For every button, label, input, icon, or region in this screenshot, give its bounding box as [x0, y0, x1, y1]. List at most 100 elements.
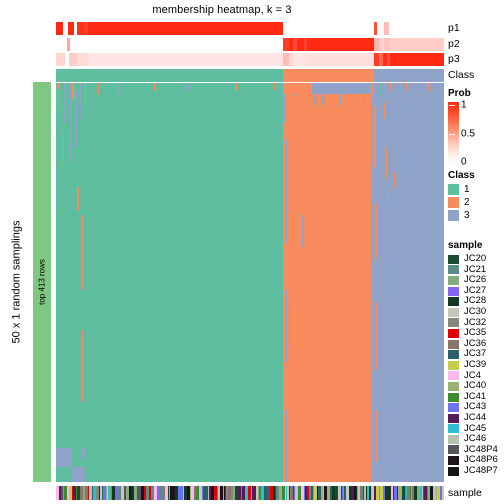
- annotation-segment: [377, 22, 384, 35]
- sample-legend-swatch: [448, 307, 459, 317]
- sample-legend-swatch: [448, 265, 459, 275]
- annotation-segment: [297, 37, 305, 51]
- sample-legend-item-JC48P7: JC48P7: [448, 465, 498, 477]
- heatmap-noise-column: [97, 83, 100, 95]
- annotation-segment: [69, 53, 78, 67]
- annotation-segment: [307, 37, 375, 51]
- sample-legend-swatch: [448, 466, 459, 476]
- prob-tick-0: 0: [461, 156, 467, 168]
- annotation-segment: [390, 37, 444, 51]
- sample-annotation-bar: [56, 486, 444, 500]
- sample-legend-swatch: [448, 254, 459, 264]
- prob-legend-bar-wrap: 1 0.5 0: [448, 99, 475, 168]
- heatmap-block-class-3: [374, 83, 444, 482]
- sample-legend-swatch: [448, 339, 459, 349]
- annotation-segment: [293, 53, 308, 67]
- row-annotation-label: top 413 rows: [37, 259, 47, 305]
- annotation-segment: [77, 22, 84, 35]
- sample-legend-swatch: [448, 328, 459, 338]
- sample-legend-swatch: [448, 413, 459, 423]
- chart-title: membership heatmap, k = 3: [152, 4, 292, 16]
- heatmap-noise-column: [285, 138, 288, 243]
- prob-legend: Prob 1 0.5 0: [448, 88, 475, 168]
- annotation-segment: [88, 22, 283, 35]
- heatmap-body: [56, 83, 444, 482]
- heatmap-patch-class-1: [72, 448, 81, 468]
- prob-tick-1: 1: [461, 99, 467, 111]
- heatmap-noise-column: [383, 102, 386, 119]
- sample-legend-text: JC44: [464, 411, 487, 423]
- heatmap-noise-column: [235, 83, 237, 91]
- y-axis-label-outer: 50 x 1 random samplings: [6, 82, 26, 482]
- heatmap-noise-column: [62, 130, 65, 163]
- heatmap-noise-column: [380, 83, 382, 97]
- class-legend-swatch: [448, 184, 459, 195]
- heatmap-block-class-2: [282, 83, 375, 482]
- class-annotation-label: Class: [448, 69, 475, 81]
- sample-legend-swatch: [448, 350, 459, 360]
- heatmap-patch-class-3: [72, 467, 86, 482]
- heatmap-patch-class-2: [282, 83, 313, 95]
- sample-legend-swatch: [448, 360, 459, 370]
- annotation-segment: [390, 53, 444, 67]
- sample-annotation-cell: [442, 486, 444, 500]
- heatmap-figure: membership heatmap, k = 3 50 x 1 random …: [0, 0, 504, 504]
- prob-legend-title: Prob: [448, 88, 471, 99]
- heatmap-noise-column: [81, 330, 84, 403]
- sample-legend-swatch: [448, 424, 459, 434]
- heatmap-patch-class-3: [80, 448, 86, 460]
- sample-legend-items: JC20 JC21 JC26 JC27 JC28 JC30 JC32 JC35 JC36 JC37…: [448, 253, 498, 477]
- sample-legend-text: JC20: [464, 253, 487, 264]
- heatmap-patch-class-1: [56, 467, 73, 482]
- heatmap-patch-class-3: [312, 83, 372, 95]
- heatmap-noise-column: [371, 94, 373, 482]
- heatmap-noise-column: [187, 83, 189, 91]
- heatmap-noise-column: [285, 410, 288, 482]
- heatmap-noise-column: [301, 214, 304, 247]
- annotation-segment: [307, 53, 375, 67]
- class-legend-title: Class: [448, 170, 475, 181]
- heatmap-noise-column: [118, 83, 121, 95]
- class-legend-items: 1 2 3: [448, 184, 475, 221]
- annotation-segment: [282, 22, 375, 35]
- heatmap-noise-column: [77, 186, 79, 211]
- sample-legend-swatch: [448, 445, 459, 455]
- class-legend-swatch: [448, 210, 459, 221]
- sample-annotation-label: sample: [448, 487, 482, 499]
- heatmap-noise-column: [75, 90, 77, 147]
- heatmap-noise-column: [405, 83, 408, 91]
- class-legend-text: 1: [464, 184, 470, 195]
- annotation-segment: [383, 37, 391, 51]
- class-legend: Class 1 2 3: [448, 170, 475, 223]
- prob-colorbar: [448, 102, 459, 164]
- heatmap-noise-column: [375, 302, 378, 371]
- heatmap-noise-column: [154, 83, 156, 91]
- heatmap-noise-column: [64, 83, 66, 123]
- class-legend-item-2: 2: [448, 197, 475, 208]
- heatmap-noise-column: [273, 83, 276, 91]
- sample-legend-swatch: [448, 392, 459, 402]
- annotation-segment: [88, 53, 283, 67]
- sample-legend: sample JC20 JC21 JC26 JC27 JC28 JC30 JC32 JC35 J…: [448, 240, 498, 476]
- annotation-segment: [56, 53, 65, 67]
- heatmap-noise-column: [393, 170, 396, 187]
- heatmap-noise-column: [288, 306, 291, 347]
- prob-tick-0_5: 0.5: [461, 128, 475, 140]
- class-legend-swatch: [448, 197, 459, 208]
- sample-legend-title: sample: [448, 240, 483, 251]
- heatmap-noise-column: [427, 83, 429, 91]
- annotation-segment: [56, 37, 67, 51]
- heatmap-noise-column: [71, 83, 74, 99]
- sample-legend-swatch: [448, 371, 459, 381]
- sample-legend-text: JC30: [464, 305, 487, 317]
- sample-legend-swatch: [448, 275, 459, 285]
- sample-legend-swatch: [448, 434, 459, 444]
- sample-legend-text: JC39: [464, 358, 487, 370]
- class-legend-text: 2: [464, 197, 470, 208]
- class-segment-2: [282, 69, 375, 82]
- heatmap-noise-column: [81, 214, 84, 291]
- heatmap-noise-column: [386, 190, 389, 203]
- annotation-label-p2: p2: [448, 37, 460, 50]
- class-annotation-row: [56, 69, 444, 82]
- annotation-label-p1: p1: [448, 22, 460, 34]
